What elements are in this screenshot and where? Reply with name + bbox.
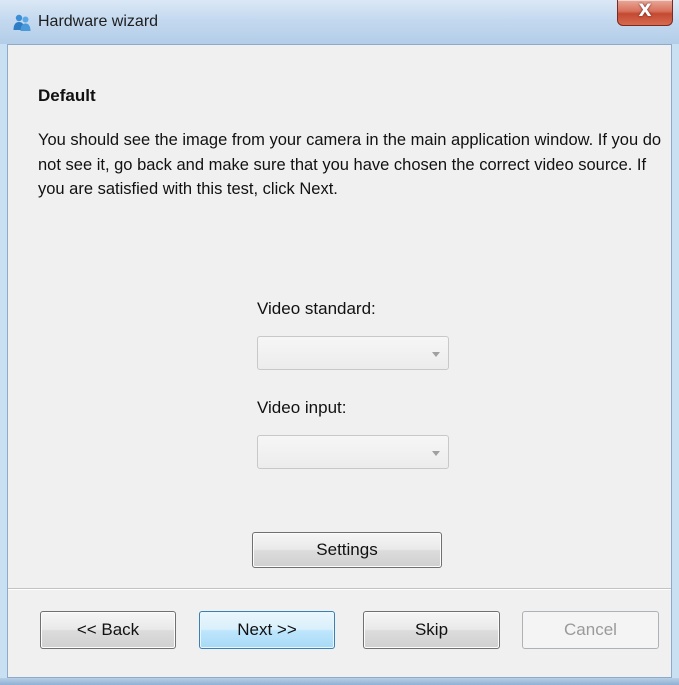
- video-input-dropdown[interactable]: [257, 435, 449, 469]
- title-bar[interactable]: Hardware wizard X: [0, 0, 679, 44]
- wizard-content: Default You should see the image from yo…: [7, 44, 672, 678]
- video-standard-dropdown[interactable]: [257, 336, 449, 370]
- page-heading: Default: [38, 86, 96, 105]
- video-input-label: Video input:: [257, 398, 347, 417]
- back-button[interactable]: << Back: [40, 611, 176, 649]
- page-description: You should see the image from your camer…: [38, 131, 662, 198]
- close-icon: X: [638, 1, 652, 21]
- window-title: Hardware wizard: [38, 13, 159, 30]
- chevron-down-icon: [432, 451, 440, 456]
- cancel-button[interactable]: Cancel: [522, 611, 659, 649]
- next-button[interactable]: Next >>: [199, 611, 335, 649]
- window-bottom-border: [0, 678, 679, 685]
- footer-separator: [8, 588, 671, 590]
- video-standard-label: Video standard:: [257, 299, 376, 318]
- close-button[interactable]: X: [617, 0, 673, 26]
- chevron-down-icon: [432, 352, 440, 357]
- hardware-wizard-window: Hardware wizard X Default You should see…: [0, 0, 679, 685]
- settings-button[interactable]: Settings: [252, 532, 442, 568]
- app-people-icon: [13, 14, 31, 31]
- skip-button[interactable]: Skip: [363, 611, 500, 649]
